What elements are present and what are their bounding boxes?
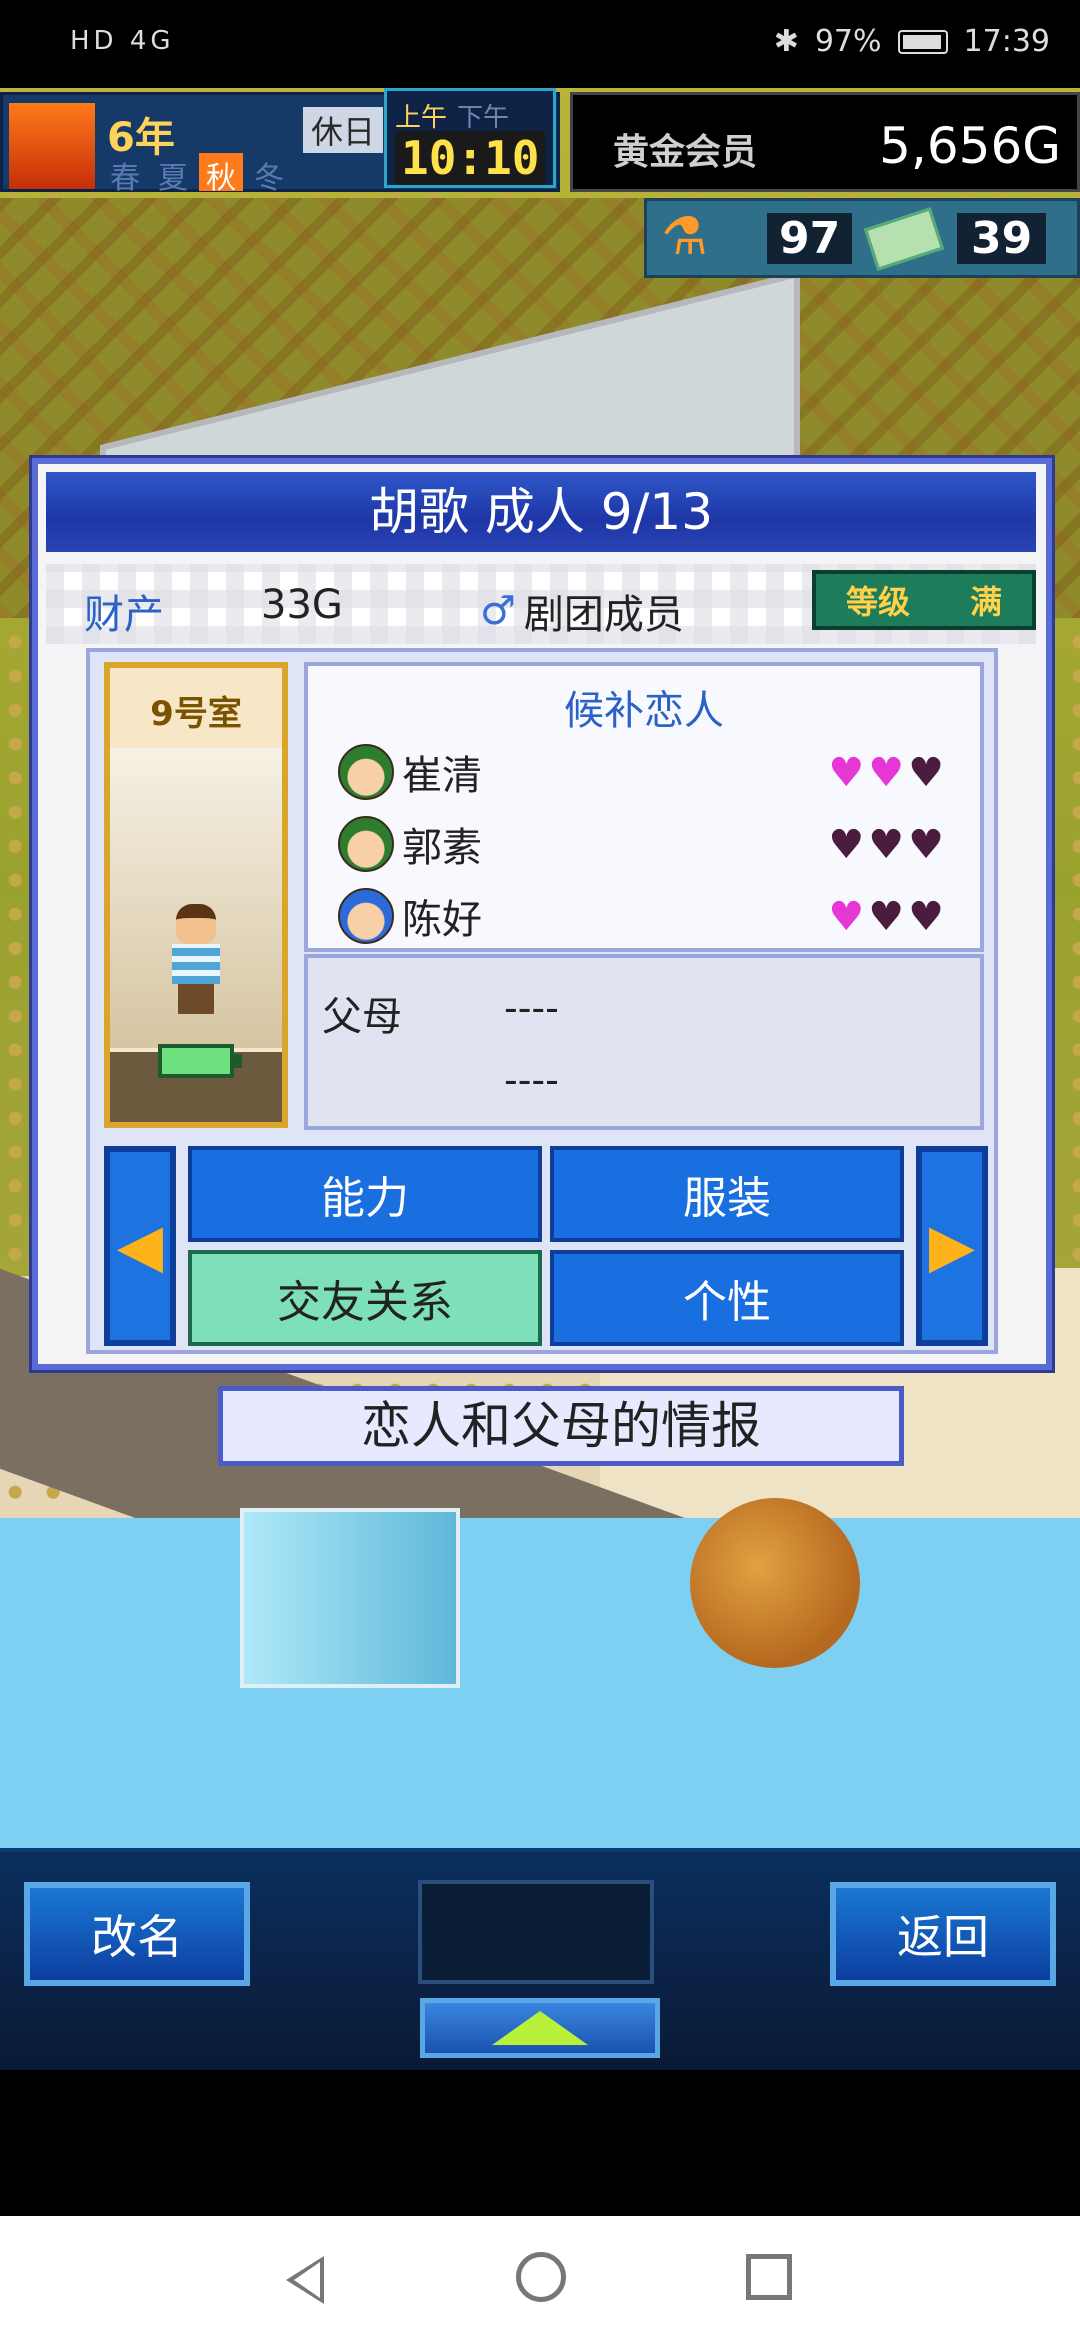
- parent-1: ----: [504, 986, 559, 1030]
- home-circle-icon[interactable]: [516, 2252, 566, 2302]
- character-sprite: [164, 904, 226, 1016]
- holiday-label: 休日: [303, 107, 384, 153]
- game-clock: 10:10: [395, 131, 546, 185]
- parents-panel: 父母 ---- ----: [304, 954, 984, 1130]
- system-nav-bar: [0, 2216, 1080, 2340]
- avatar: [338, 888, 394, 944]
- affection-hearts: ♥♥♥: [828, 750, 948, 796]
- affection-hearts: ♥♥♥: [828, 822, 948, 868]
- level-value: 满: [969, 583, 1002, 621]
- fire-icon: [9, 103, 95, 189]
- tab-description: 恋人和父母的情报: [218, 1386, 904, 1466]
- time-panel: 上午 下午 10:10: [384, 88, 556, 188]
- parents-label: 父母: [322, 994, 402, 1040]
- lover-row[interactable]: 崔清 ♥♥♥: [338, 742, 958, 802]
- top-hud: 6年 休日 春 夏 秋 冬 上午 下午 10:10 黄金会员 5,656G: [0, 88, 1080, 198]
- room-label: 9号室: [150, 694, 242, 734]
- level-badge: 等级 满: [812, 570, 1036, 630]
- season-row: 春 夏 秋 冬: [103, 153, 291, 196]
- info-body: 9号室 候补恋人 崔清 ♥♥♥ 郭素 ♥♥♥ 陈好 ♥♥♥ 父母 ---- --…: [86, 648, 998, 1354]
- arrow-left-icon: ◀: [116, 1211, 164, 1281]
- male-icon: ♂: [480, 588, 516, 634]
- level-label: 等级: [845, 583, 910, 621]
- autumn-tree: [690, 1498, 860, 1668]
- lover-row[interactable]: 陈好 ♥♥♥: [338, 886, 958, 946]
- clock: 17:39: [963, 24, 1050, 59]
- tab-personality[interactable]: 个性: [550, 1250, 904, 1346]
- arrow-right-icon: ▶: [928, 1211, 976, 1281]
- battery-percent: 97%: [814, 24, 882, 59]
- avatar: [338, 816, 394, 872]
- dialog-title: 胡歌 成人 9/13: [46, 472, 1036, 552]
- glass-facade: [240, 1508, 460, 1688]
- back-triangle-icon[interactable]: [286, 2256, 324, 2304]
- lovers-panel: 候补恋人 崔清 ♥♥♥ 郭素 ♥♥♥ 陈好 ♥♥♥: [304, 662, 984, 952]
- prev-character-button[interactable]: ◀: [104, 1146, 176, 1346]
- status-right: ✱ 97% 17:39: [774, 24, 1050, 59]
- back-button[interactable]: 返回: [830, 1882, 1056, 1986]
- role: ♂ 剧团成员: [480, 582, 684, 640]
- resource-panel: ⚗ 97 39: [644, 198, 1080, 278]
- flask-icon: ⚗: [661, 207, 708, 267]
- lover-name: 郭素: [402, 825, 482, 871]
- status-bar: HD 4G ✱ 97% 17:39: [0, 0, 1080, 88]
- stamina-battery-icon: [158, 1044, 242, 1078]
- tab-outfit[interactable]: 服装: [550, 1146, 904, 1242]
- arrow-up-icon: [492, 2011, 588, 2045]
- character-info-dialog: 胡歌 成人 9/13 财产 33G ♂ 剧团成员 等级 满 9号室 候补恋人 崔…: [32, 458, 1052, 1370]
- room-card: 9号室: [104, 662, 288, 1128]
- signal-icons: HD 4G: [70, 26, 175, 56]
- lover-name: 崔清: [402, 753, 482, 799]
- recent-apps-icon[interactable]: [746, 2254, 792, 2300]
- ticket-count: 39: [957, 213, 1047, 264]
- tab-ability[interactable]: 能力: [188, 1146, 542, 1242]
- asset-value: 33G: [261, 582, 343, 628]
- asset-label: 财产: [84, 592, 164, 638]
- lover-row[interactable]: 郭素 ♥♥♥: [338, 814, 958, 874]
- next-character-button[interactable]: ▶: [916, 1146, 988, 1346]
- member-rank: 黄金会员: [613, 132, 758, 173]
- lover-name: 陈好: [402, 897, 482, 943]
- parent-2: ----: [504, 1058, 559, 1102]
- avatar: [338, 744, 394, 800]
- tab-relationships[interactable]: 交友关系: [188, 1250, 542, 1346]
- tab-area: ◀ 能力 服装 交友关系 个性 ▶: [104, 1146, 988, 1346]
- role-label: 剧团成员: [523, 592, 684, 638]
- season-autumn: 秋: [199, 153, 243, 196]
- rename-button[interactable]: 改名: [24, 1882, 250, 1986]
- am-pm: 上午 下午: [395, 103, 510, 133]
- season-summer: 夏: [158, 161, 188, 196]
- bottom-bar: 改名 返回: [0, 1848, 1080, 2070]
- center-slot: [418, 1880, 654, 1984]
- gold-amount: 5,656G: [879, 117, 1061, 175]
- lovers-title: 候补恋人: [564, 688, 724, 734]
- bluetooth-icon: ✱: [773, 24, 799, 59]
- letterbox: [0, 2070, 1080, 2216]
- info-row: 财产 33G ♂ 剧团成员 等级 满: [46, 564, 1036, 644]
- expand-button[interactable]: [420, 1998, 660, 2058]
- money-panel: 黄金会员 5,656G: [570, 92, 1080, 192]
- season-winter: 冬: [254, 161, 284, 196]
- ticket-icon: [863, 207, 945, 271]
- affection-hearts: ♥♥♥: [828, 894, 948, 940]
- season-spring: 春: [110, 161, 140, 196]
- research-points: 97: [767, 213, 853, 264]
- battery-icon: [897, 29, 948, 54]
